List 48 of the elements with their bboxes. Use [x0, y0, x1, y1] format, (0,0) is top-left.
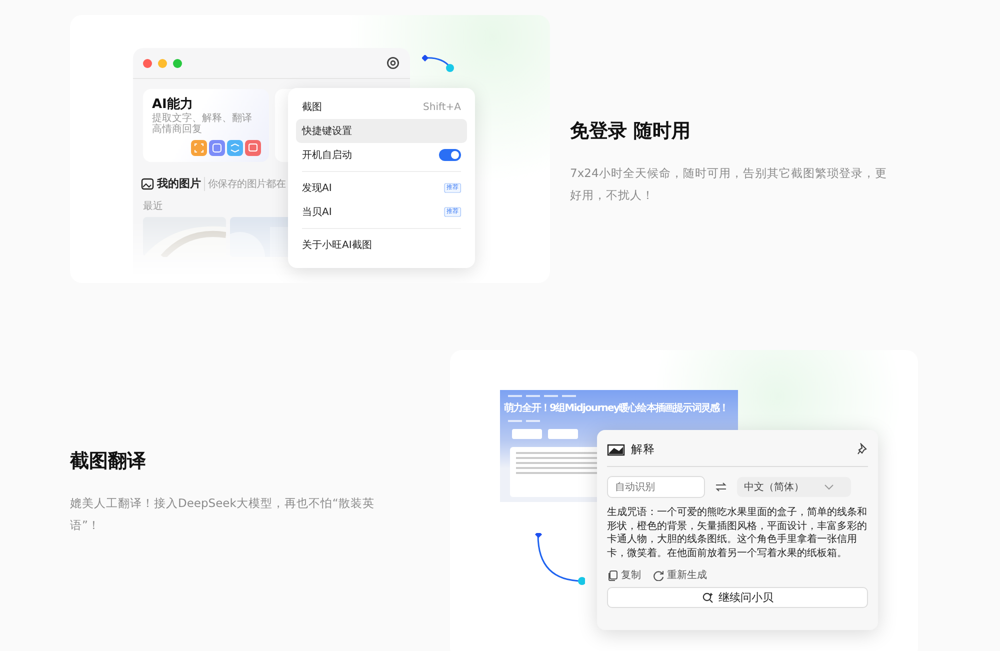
menu-item[interactable]: 当贝AI	[302, 205, 332, 219]
action-link[interactable]: 重新生成	[653, 568, 707, 582]
feature-title: 截图翻译	[70, 449, 147, 474]
article-title: 萌力全开！9组Midjourney暖心绘本插画提示词灵感！	[504, 401, 728, 415]
card-subtitle: 提取文字、解释、翻译	[152, 113, 253, 124]
menu-item[interactable]: 截图 Shift+A	[296, 95, 467, 119]
card-subtitle: 高情商回复	[152, 124, 203, 135]
result-text: 生成咒语：一个可爱的熊吃水果里面的盒子，简单的线条和形状，橙色的背景，矢量插图风格，平面设计，丰富多彩的卡通人物，大胆的线条图纸。这个角色手里拿着一张信用卡，微笑着。在他面前放着另一个写着水果的纸板箱。	[607, 506, 868, 560]
shortcut-label: Shift+A	[423, 102, 461, 112]
swap-icon[interactable]	[715, 482, 727, 492]
feature-title: 免登录 随时用	[570, 119, 692, 144]
recent-label: 最近	[143, 200, 163, 213]
ask-button[interactable]: 继续问小贝	[607, 587, 868, 608]
curve-drawing	[535, 533, 585, 586]
toggle-switch[interactable]	[439, 149, 461, 161]
breadcrumb-line	[508, 395, 522, 397]
app-icon[interactable]	[227, 140, 243, 156]
menu-item-label: 开机自启动	[302, 148, 352, 162]
app-icon[interactable]	[209, 140, 225, 156]
app-icon[interactable]	[191, 140, 207, 156]
source-language-field[interactable]: 自动识别	[607, 476, 705, 498]
copy-icon	[607, 570, 618, 580]
action-link[interactable]: 复制	[607, 568, 641, 582]
search-icon	[702, 592, 712, 603]
popup-title: 解释	[631, 442, 655, 456]
menu-item[interactable]: 发现AI	[302, 181, 332, 195]
curve-drawing	[422, 55, 455, 73]
breadcrumb-line	[562, 395, 576, 397]
card-title: AI能力	[152, 96, 194, 112]
image-icon	[141, 178, 154, 190]
menu-item[interactable]: 关于小旺AI截图	[296, 233, 467, 257]
menu-item[interactable]: 快捷键设置	[296, 119, 467, 143]
meta-line	[526, 420, 540, 422]
meta-line	[508, 420, 522, 422]
feature-card[interactable]: AI能力 提取文字、解释、翻译 高情商回复	[143, 89, 269, 162]
target-language-select[interactable]: 中文（简体）	[737, 477, 851, 497]
section-hint: 你保存的图片都在	[204, 176, 286, 190]
breadcrumb-line	[526, 395, 540, 397]
logo-icon	[607, 442, 625, 456]
feature-description: 7x24小时全天候命，随时可用，告别其它截图繁琐登录，更好用，不扰人！	[570, 165, 888, 204]
pin-icon[interactable]	[857, 443, 868, 455]
app-icon[interactable]	[245, 140, 261, 156]
chevron-down-icon	[824, 484, 834, 490]
feature-description: 媲美人工翻译！接入DeepSeek大模型，再也不怕“散装英语”！	[70, 495, 376, 534]
breadcrumb-line	[544, 395, 558, 397]
refresh-icon	[653, 570, 664, 580]
settings-icon[interactable]	[386, 56, 400, 70]
section-title: 我的图片	[157, 176, 201, 191]
